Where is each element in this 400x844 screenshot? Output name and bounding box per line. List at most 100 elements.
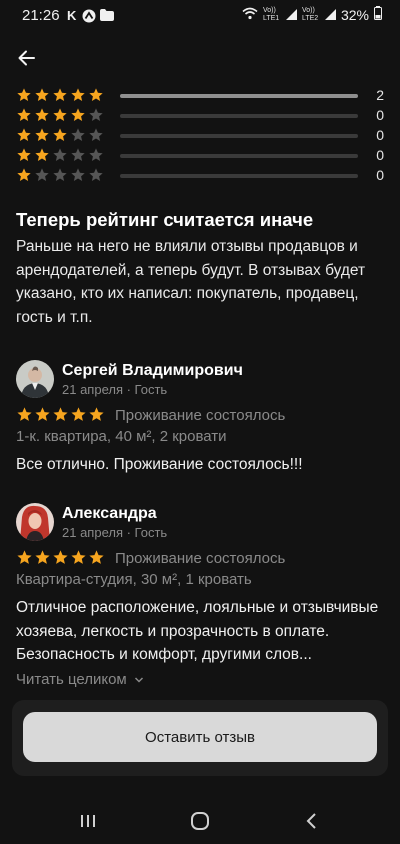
review-stars (16, 549, 105, 566)
star-empty-icon (71, 128, 85, 141)
star-empty-icon (53, 168, 67, 181)
rating-count: 0 (376, 147, 384, 163)
star-filled-icon (53, 128, 67, 141)
row-stars (16, 167, 104, 183)
home-icon (191, 812, 209, 830)
recent-apps-icon (81, 815, 95, 827)
star-empty-icon (89, 108, 103, 121)
recent-apps-button[interactable] (68, 808, 108, 834)
row-stars (16, 147, 104, 163)
battery-percent: 32% (340, 6, 369, 23)
read-more-link[interactable]: Читать целиком (16, 671, 144, 688)
read-more-label: Читать целиком (16, 671, 127, 688)
rating-row-4: 0 (16, 106, 388, 126)
review-text: Все отлично. Проживание состоялось!!! (16, 456, 303, 473)
property-info: Квартира-студия, 30 м², 1 кровать (16, 571, 252, 588)
star-empty-icon (71, 148, 85, 161)
review-card: Сергей Владимирович 21 апреля · Гость Пр… (16, 360, 388, 480)
review-stars (16, 406, 105, 423)
review-card: Александра 21 апреля · Гость Проживание … (16, 503, 388, 693)
row-stars (16, 107, 104, 123)
arrow-left-icon (18, 50, 35, 66)
signal-1-icon (285, 7, 297, 23)
status-bar: 21:26 K Vo)) LTE1 Vo)) LTE2 32% (0, 0, 400, 32)
star-filled-icon (17, 128, 31, 141)
network-2-label: Vo)) LTE2 (301, 6, 319, 22)
star-filled-icon (71, 88, 85, 101)
star-filled-icon (89, 88, 103, 101)
rating-bar (120, 134, 358, 138)
star-filled-icon (17, 108, 31, 121)
star-filled-icon (17, 88, 31, 101)
star-filled-icon (35, 88, 49, 101)
leave-review-button[interactable]: Оставить отзыв (23, 712, 377, 762)
system-nav-bar (0, 798, 400, 844)
system-back-button[interactable] (292, 808, 332, 834)
rating-bar (120, 94, 358, 98)
avatar[interactable] (16, 503, 54, 541)
review-author[interactable]: Сергей Владимирович (62, 362, 243, 380)
star-empty-icon (89, 128, 103, 141)
star-filled-icon (71, 550, 86, 564)
star-filled-icon (53, 108, 67, 121)
row-stars (16, 87, 104, 103)
rating-row-1: 0 (16, 166, 388, 186)
star-filled-icon (35, 108, 49, 121)
star-empty-icon (35, 168, 49, 181)
avatar[interactable] (16, 360, 54, 398)
review-meta: 21 апреля · Гость (62, 525, 168, 540)
rating-count: 0 (376, 167, 384, 183)
notification-k-icon: K (67, 8, 77, 23)
rating-bar-fill (120, 94, 358, 98)
notice-text: Раньше на него не влияли отзывы продавцо… (16, 238, 366, 326)
row-stars (16, 127, 104, 143)
rating-count: 0 (376, 107, 384, 123)
star-filled-icon (17, 407, 32, 421)
rating-bar (120, 154, 358, 158)
star-filled-icon (89, 407, 104, 421)
star-filled-icon (35, 550, 50, 564)
home-button[interactable] (180, 808, 220, 834)
notice-title: Теперь рейтинг считается иначе (16, 209, 314, 230)
star-filled-icon (53, 88, 67, 101)
review-text: Отличное расположение, лояльные и отзывч… (16, 599, 379, 663)
status-time: 21:26 (22, 7, 60, 24)
review-meta: 21 апреля · Гость (62, 382, 168, 397)
rating-bar (120, 174, 358, 178)
network-1-label: Vo)) LTE1 (262, 6, 280, 22)
chevron-left-icon (306, 813, 316, 829)
star-empty-icon (71, 168, 85, 181)
rating-breakdown: 2 0 0 0 0 (16, 86, 388, 186)
battery-icon (374, 6, 382, 23)
review-author[interactable]: Александра (62, 505, 157, 523)
star-empty-icon (89, 148, 103, 161)
chevron-down-icon (134, 677, 143, 683)
folder-icon (100, 9, 114, 24)
rating-count: 0 (376, 127, 384, 143)
rating-count: 2 (376, 87, 384, 103)
bottom-action-panel: Оставить отзыв (12, 700, 388, 776)
stay-status: Проживание состоялось (115, 550, 286, 567)
star-filled-icon (35, 128, 49, 141)
back-button[interactable] (14, 44, 42, 72)
app-notification-icon (82, 9, 96, 26)
rating-row-5: 2 (16, 86, 388, 106)
star-filled-icon (35, 407, 50, 421)
star-filled-icon (89, 550, 104, 564)
star-filled-icon (53, 550, 68, 564)
star-filled-icon (17, 168, 31, 181)
wifi-icon (242, 7, 258, 23)
status-right-group: Vo)) LTE1 Vo)) LTE2 32% (242, 6, 382, 23)
stay-status: Проживание состоялось (115, 407, 286, 424)
star-empty-icon (53, 148, 67, 161)
star-filled-icon (71, 108, 85, 121)
star-filled-icon (17, 148, 31, 161)
star-filled-icon (71, 407, 86, 421)
rating-bar (120, 114, 358, 118)
rating-row-3: 0 (16, 126, 388, 146)
signal-2-icon (324, 7, 336, 23)
star-filled-icon (53, 407, 68, 421)
star-filled-icon (17, 550, 32, 564)
star-filled-icon (35, 148, 49, 161)
rating-row-2: 0 (16, 146, 388, 166)
